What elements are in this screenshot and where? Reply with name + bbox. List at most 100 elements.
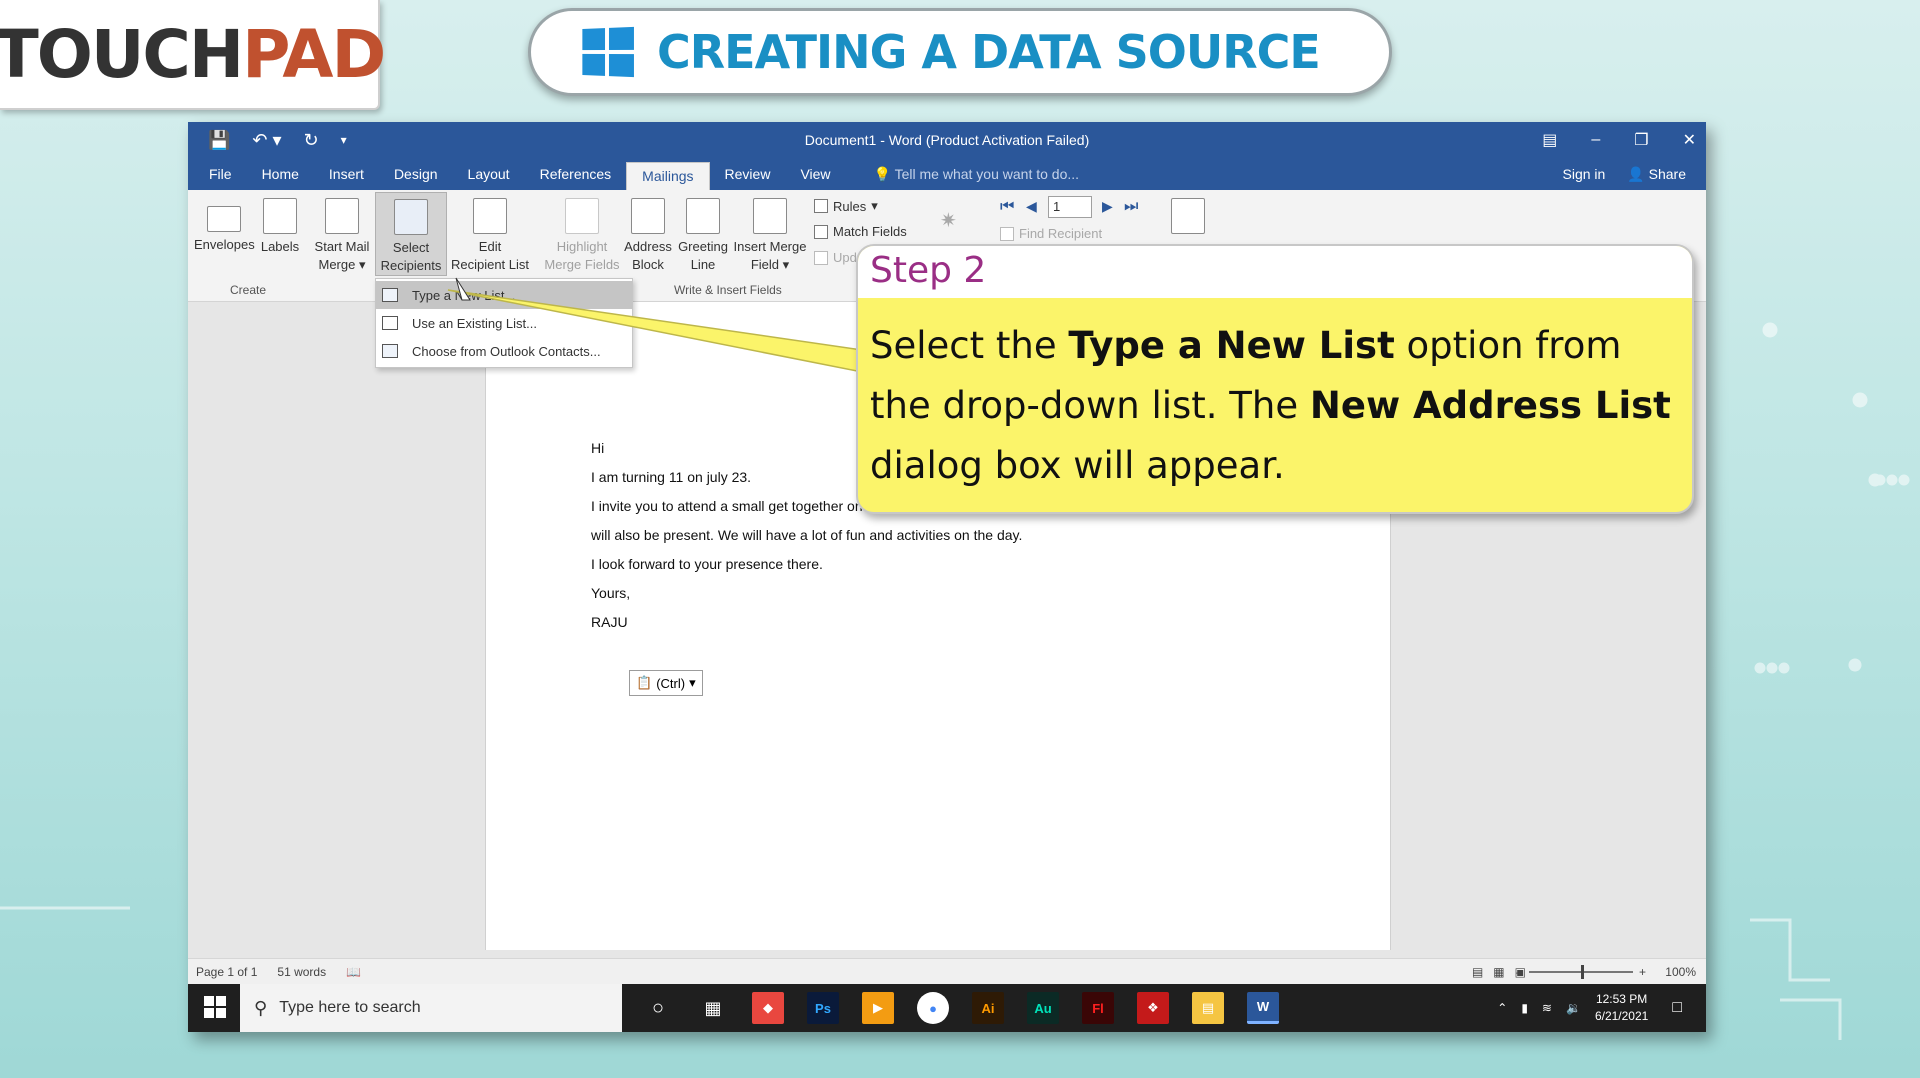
share-button[interactable]: 👤 Share xyxy=(1627,166,1686,183)
greeting-line-button[interactable]: Greeting Line xyxy=(676,198,730,274)
highlight-merge-fields-button[interactable]: Highlight Merge Fields xyxy=(544,198,620,274)
ribbon-tabs: File Home Insert Design Layout Reference… xyxy=(188,158,1706,190)
battery-icon[interactable]: ▮ xyxy=(1521,1001,1528,1015)
paste-options-button[interactable]: 📋 (Ctrl) ▾ xyxy=(629,670,703,696)
match-fields-button[interactable]: Match Fields xyxy=(814,224,907,239)
zoom-slider[interactable]: – + xyxy=(1516,964,1646,979)
acrobat-icon[interactable]: ❖ xyxy=(1137,992,1169,1024)
address-block-button[interactable]: Address Block xyxy=(623,198,673,274)
word-count: 51 words xyxy=(277,964,327,979)
zoom-level[interactable]: 100% xyxy=(1665,965,1696,979)
anydesk-icon[interactable]: ◆ xyxy=(752,992,784,1024)
match-fields-icon xyxy=(814,224,828,239)
redo-icon[interactable]: ↻ xyxy=(304,130,319,151)
rules-button[interactable]: Rules ▾ xyxy=(814,198,878,214)
step-callout: Step 2 Select the Type a New List option… xyxy=(856,244,1694,514)
minimize-button[interactable]: – xyxy=(1591,131,1600,149)
address-block-icon xyxy=(631,198,665,234)
labels-button[interactable]: Labels xyxy=(258,198,302,256)
clipboard-icon: 📋 xyxy=(636,675,653,690)
menu-item-use-existing-list[interactable]: Use an Existing List... xyxy=(376,309,632,337)
first-record-icon[interactable]: ⏮ xyxy=(1000,198,1014,216)
start-mail-merge-button[interactable]: Start Mail Merge ▾ xyxy=(312,198,372,274)
chrome-icon[interactable]: ● xyxy=(917,992,949,1024)
rules-icon xyxy=(814,199,828,213)
windows-logo-icon xyxy=(582,26,634,78)
customize-qat-icon[interactable]: ▾ xyxy=(341,133,347,147)
tab-home[interactable]: Home xyxy=(247,158,314,190)
previous-record-icon[interactable]: ◀ xyxy=(1026,198,1037,215)
tab-insert[interactable]: Insert xyxy=(314,158,379,190)
document-title: Document1 - Word (Product Activation Fai… xyxy=(804,132,1090,148)
audition-icon[interactable]: Au xyxy=(1027,992,1059,1024)
doc-line: Yours, xyxy=(591,585,631,601)
person-icon: 👤 xyxy=(1627,165,1645,182)
undo-icon[interactable]: ↶ ▾ xyxy=(252,130,281,151)
menu-item-type-new-list[interactable]: Type a New List... xyxy=(376,281,632,309)
select-recipients-button[interactable]: Select Recipients ▾ xyxy=(375,192,447,291)
step-heading: Step 2 xyxy=(858,246,1692,298)
volume-icon[interactable]: 🔉 xyxy=(1566,1001,1581,1015)
step-description: Select the Type a New List option from t… xyxy=(870,324,1671,487)
page-title: CREATING A DATA SOURCE xyxy=(657,25,1321,79)
find-icon xyxy=(1000,226,1014,241)
word-taskbar-icon[interactable]: W xyxy=(1247,992,1279,1024)
tab-review[interactable]: Review xyxy=(710,158,786,190)
doc-line: RAJU xyxy=(591,614,628,630)
tab-design[interactable]: Design xyxy=(379,158,453,190)
flash-icon[interactable]: Fl xyxy=(1082,992,1114,1024)
doc-line: will also be present. We will have a lot… xyxy=(591,527,1023,543)
tell-me-box[interactable]: 💡 Tell me what you want to do... xyxy=(846,158,1080,190)
highlight-icon xyxy=(565,198,599,234)
cortana-icon[interactable]: ○ xyxy=(642,992,674,1024)
tab-view[interactable]: View xyxy=(785,158,845,190)
edit-list-icon xyxy=(473,198,507,234)
proofing-icon[interactable]: 📖 xyxy=(346,965,361,979)
page-count: Page 1 of 1 xyxy=(196,964,258,979)
illustrator-icon[interactable]: Ai xyxy=(972,992,1004,1024)
select-recipients-menu: Type a New List... Use an Existing List.… xyxy=(375,278,633,368)
search-icon: ⚲ xyxy=(254,997,268,1018)
tab-references[interactable]: References xyxy=(525,158,627,190)
taskbar-search[interactable]: ⚲ Type here to search xyxy=(240,984,622,1032)
greeting-line-icon xyxy=(686,198,720,234)
tab-layout[interactable]: Layout xyxy=(453,158,525,190)
sign-in-link[interactable]: Sign in xyxy=(1563,166,1606,182)
photoshop-icon[interactable]: Ps xyxy=(807,992,839,1024)
envelopes-button[interactable]: Envelopes xyxy=(194,198,255,254)
media-player-icon[interactable]: ▶ xyxy=(862,992,894,1024)
finish-merge-button[interactable] xyxy=(1166,198,1210,238)
preview-results-icon[interactable]: ✷ xyxy=(940,208,957,233)
next-record-icon[interactable]: ▶ xyxy=(1102,198,1113,215)
title-banner: CREATING A DATA SOURCE xyxy=(528,8,1392,96)
show-hidden-icons[interactable]: ⌃ xyxy=(1497,1001,1507,1015)
start-button[interactable] xyxy=(204,996,226,1018)
update-labels-button[interactable]: Upd xyxy=(814,250,857,265)
ribbon-display-icon[interactable]: ▤ xyxy=(1542,130,1557,150)
tab-mailings[interactable]: Mailings xyxy=(626,162,710,190)
merge-field-icon xyxy=(753,198,787,234)
restore-button[interactable]: ❐ xyxy=(1634,130,1648,150)
edit-recipient-list-button[interactable]: Edit Recipient List xyxy=(450,198,530,274)
doc-line: I look forward to your presence there. xyxy=(591,556,823,572)
close-button[interactable]: ✕ xyxy=(1683,130,1696,150)
wifi-icon[interactable]: ≋ xyxy=(1542,1001,1552,1015)
find-recipient-button[interactable]: Find Recipient xyxy=(1000,226,1102,241)
task-view-icon[interactable]: ▦ xyxy=(697,992,729,1024)
taskbar-clock[interactable]: 12:53 PM 6/21/2021 xyxy=(1595,991,1648,1025)
last-record-icon[interactable]: ⏭ xyxy=(1124,198,1138,216)
lightbulb-icon: 💡 xyxy=(873,166,891,182)
group-label-write-insert: Write & Insert Fields xyxy=(674,283,782,297)
record-number-input[interactable]: 1 xyxy=(1048,196,1092,218)
group-label-create: Create xyxy=(230,283,267,297)
recipients-icon xyxy=(394,199,428,235)
notifications-icon[interactable]: □ xyxy=(1672,999,1682,1017)
labels-icon xyxy=(263,198,297,234)
save-icon[interactable]: 💾 xyxy=(208,130,230,151)
tab-file[interactable]: File xyxy=(194,158,247,190)
status-bar: Page 1 of 1 51 words 📖 ▤ ▦ ▣ – + 100% xyxy=(188,958,1706,984)
windows-taskbar: ⚲ Type here to search ○ ▦ ◆ Ps ▶ ● Ai Au… xyxy=(188,984,1706,1032)
insert-merge-field-button[interactable]: Insert Merge Field ▾ xyxy=(731,198,809,274)
menu-item-outlook-contacts[interactable]: Choose from Outlook Contacts... xyxy=(376,337,632,365)
file-explorer-icon[interactable]: ▤ xyxy=(1192,992,1224,1024)
